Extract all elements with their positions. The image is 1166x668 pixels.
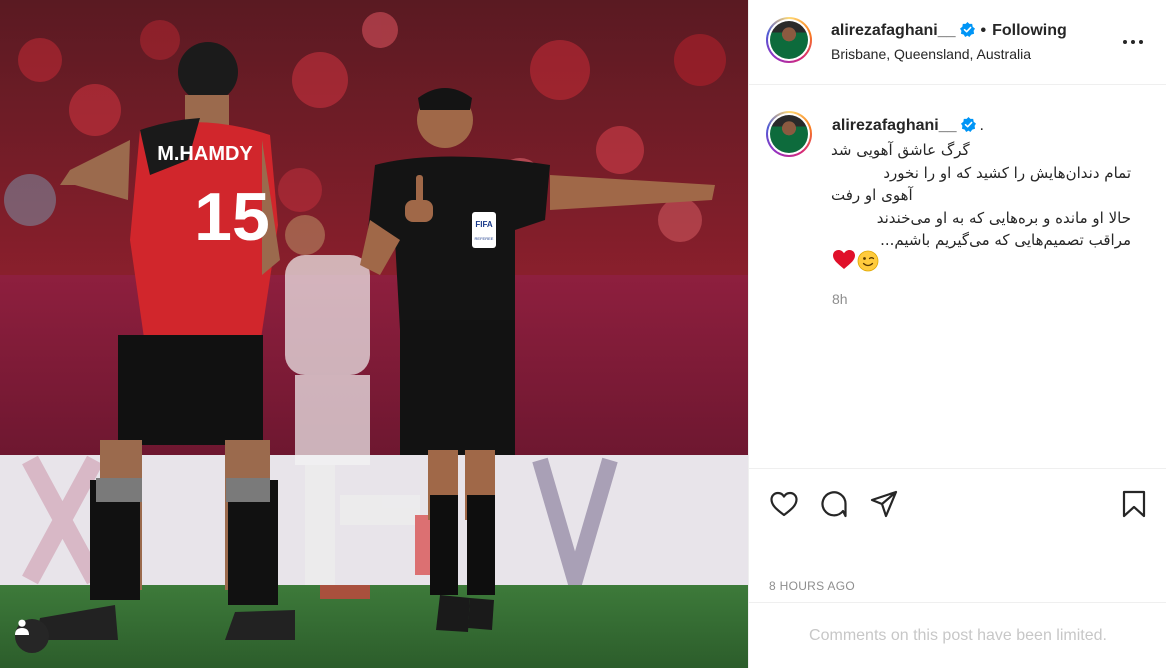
paper-plane-icon[interactable] [869, 489, 899, 519]
bookmark-icon[interactable] [1119, 489, 1149, 519]
post-header: alirezafaghani__ • Following Brisbane, Qu… [749, 0, 1166, 85]
header-username-row: alirezafaghani__ • Following [831, 22, 1067, 40]
red-heart-emoji [833, 250, 855, 269]
jersey-number: 15 [194, 179, 270, 255]
fifa-badge-sub: REFEREE [475, 236, 494, 241]
author-avatar[interactable] [766, 17, 812, 63]
user-tag-icon [15, 619, 29, 635]
caption-line: مراقب تصمیم‌هایی که می‌گیریم باشیم... [880, 231, 1131, 249]
caption-period: . [979, 117, 984, 134]
post-timestamp[interactable]: 8 HOURS AGO [769, 579, 855, 593]
post-location[interactable]: Brisbane, Queensland, Australia [831, 46, 1031, 62]
heart-icon[interactable] [769, 489, 799, 519]
post-side-panel: alirezafaghani__ • Following Brisbane, Qu… [748, 0, 1166, 668]
fifa-badge-text: FIFA [475, 220, 493, 229]
caption-username[interactable]: alirezafaghani__ [832, 117, 957, 134]
separator-dot: • [980, 22, 987, 39]
verified-badge-icon [959, 22, 975, 37]
user-tags-button[interactable] [15, 619, 49, 653]
more-options-icon[interactable] [1121, 30, 1145, 54]
caption-line: تمام دندان‌هایش را کشید که او را نخورد [883, 163, 1131, 182]
winking-face-emoji [857, 250, 879, 272]
caption-line: آهوی او رفت [831, 186, 913, 204]
header-username[interactable]: alirezafaghani__ [831, 22, 956, 39]
post-actions: 8 HOURS AGO [749, 468, 1166, 602]
caption-line: گرگ عاشق آهویی شد [831, 141, 970, 159]
caption-avatar[interactable] [766, 111, 812, 157]
jersey-name: M.HAMDY [157, 143, 253, 165]
post-caption: alirezafaghani__ . گرگ عاشق آهویی شد تما… [749, 85, 1166, 468]
caption-text: گرگ عاشق آهویی شد تمام دندان‌هایش را کشی… [831, 139, 1131, 252]
caption-emojis [833, 250, 879, 272]
caption-line: حالا او مانده و بره‌هایی که به او می‌خند… [876, 208, 1131, 227]
photo-scene: M.HAMDY 15 FIFA REFEREE [0, 0, 748, 668]
comment-icon[interactable] [819, 489, 849, 519]
post-photo[interactable]: M.HAMDY 15 FIFA REFEREE [0, 0, 748, 668]
caption-username-row: alirezafaghani__ . [832, 117, 984, 135]
following-button[interactable]: Following [992, 22, 1067, 39]
caption-time[interactable]: 8h [832, 291, 848, 307]
comments-limited-notice: Comments on this post have been limited. [749, 602, 1166, 668]
verified-badge-icon [960, 117, 976, 132]
